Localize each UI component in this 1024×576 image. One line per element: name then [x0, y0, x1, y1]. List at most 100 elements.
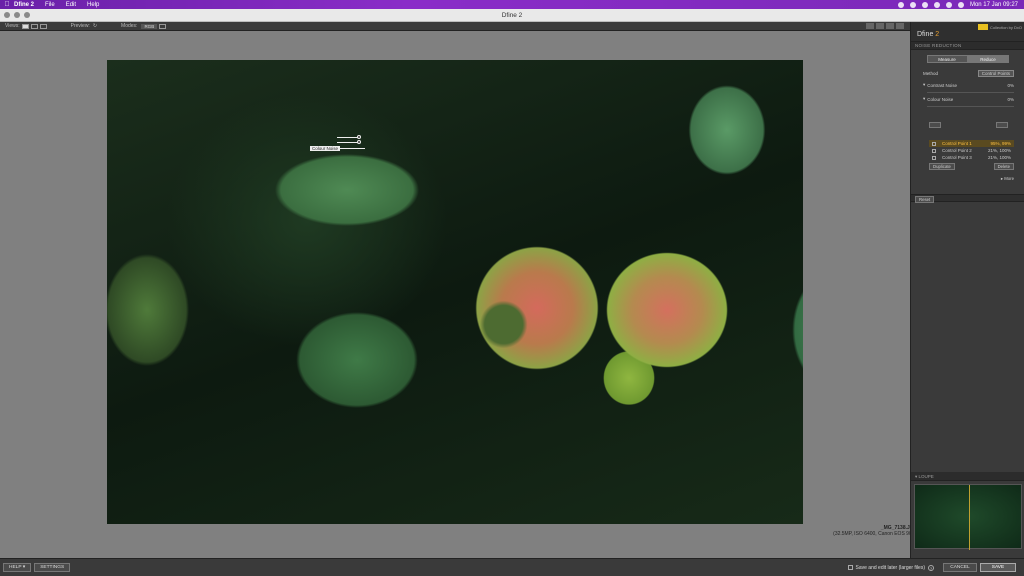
control-point-checkbox[interactable]	[932, 148, 936, 153]
preview-label: Preview:	[70, 23, 90, 29]
add-control-point-button[interactable]	[929, 122, 941, 128]
minimize-window-button[interactable]	[14, 12, 20, 18]
control-point-checkbox[interactable]	[932, 141, 936, 146]
loupe-label: LOUPE	[918, 474, 934, 479]
colour-noise-value: 0%	[1007, 96, 1014, 102]
nik-logo-icon	[977, 24, 988, 30]
method-select[interactable]: Control Points	[977, 69, 1014, 77]
settings-button[interactable]: SETTINGS	[34, 563, 71, 572]
colour-slider-line[interactable]	[337, 142, 359, 143]
tab-reduce[interactable]: Reduce	[967, 55, 1009, 63]
preview-toggle-icon[interactable]: ↻	[93, 23, 97, 29]
chevron-down-icon[interactable]: ▾	[923, 82, 925, 88]
more-toggle[interactable]: ▸ More	[915, 176, 1014, 182]
more-label: More	[1004, 176, 1014, 181]
mode-options-button[interactable]	[159, 23, 167, 29]
reset-button[interactable]: Reset	[915, 196, 935, 203]
search-icon[interactable]	[945, 1, 952, 8]
control-point-label: Colour Noise	[310, 146, 341, 151]
menu-clock[interactable]: Mon 17 Jan 09:27	[970, 2, 1018, 8]
colour-noise-row: ▾ Colour Noise 0%	[923, 95, 1014, 103]
brand-label: Collection by DxO	[989, 24, 1022, 30]
loupe-section: ▾ LOUPE	[911, 472, 1024, 558]
control-point-checkbox[interactable]	[932, 155, 936, 160]
help-button[interactable]: HELP ▾	[3, 563, 32, 572]
status-icon[interactable]	[897, 1, 904, 8]
menu-file[interactable]: File	[45, 2, 55, 8]
wifi-icon[interactable]	[933, 1, 940, 8]
size-slider-line[interactable]	[337, 148, 365, 149]
contrast-slider-line[interactable]	[337, 137, 359, 138]
control-center-icon[interactable]	[957, 1, 964, 8]
reset-bar: Reset	[911, 194, 1024, 203]
window-title-bar: Dfine 2	[0, 9, 1024, 22]
contrast-noise-value: 0%	[1007, 82, 1014, 88]
bg-color-icon[interactable]	[896, 23, 904, 29]
photo-preview[interactable]: Colour Noise	[107, 60, 803, 524]
status-icon[interactable]	[909, 1, 916, 8]
bottom-bar: HELP ▾ SETTINGS Save and edit later (lar…	[0, 558, 1024, 576]
method-label: Method	[923, 70, 939, 76]
save-later-label: Save and edit later (larger files)	[855, 564, 925, 571]
tab-measure[interactable]: Measure	[926, 55, 968, 63]
control-point-actions: Duplicate Delete	[929, 163, 1014, 170]
contrast-noise-row: ▾ Contrast Noise 0%	[923, 81, 1014, 89]
menu-bar:  Dfine 2 File Edit Help Mon 17 Jan 09:2…	[0, 0, 1024, 9]
zoom-fit-icon[interactable]	[886, 23, 894, 29]
mode-select[interactable]: RGB	[141, 23, 158, 29]
menu-app[interactable]: Dfine 2	[14, 2, 34, 8]
window-title: Dfine 2	[501, 12, 523, 19]
save-later-checkbox[interactable]	[847, 565, 853, 570]
product-version: 2	[935, 31, 940, 38]
single-view-button[interactable]	[21, 23, 29, 29]
product-title: Dfine 2	[917, 31, 939, 38]
zoom-tool-icon[interactable]	[876, 23, 884, 29]
loupe-header[interactable]: ▾ LOUPE	[911, 472, 1024, 481]
views-label: Views:	[5, 23, 20, 29]
close-window-button[interactable]	[4, 12, 10, 18]
loupe-divider[interactable]	[969, 485, 970, 550]
adjustment-panel: Dfine 2 Collection by DxO NOISE REDUCTIO…	[910, 22, 1024, 558]
control-point-item[interactable]: Control Point 2 21%, 100%	[929, 147, 1014, 154]
section-noise-reduction[interactable]: NOISE REDUCTION	[911, 42, 1024, 50]
help-question-icon[interactable]: ?	[928, 564, 934, 571]
save-later-option: Save and edit later (larger files) ?	[847, 564, 934, 571]
control-point-value: 21%, 100%	[987, 148, 1011, 153]
toolbar-right-tools	[866, 23, 910, 29]
slider-handle[interactable]	[357, 140, 361, 144]
apple-icon[interactable]: 	[0, 1, 14, 8]
loupe-view[interactable]	[914, 484, 1022, 550]
noise-reduction-body: Measure Reduce Method Control Points ▾ C…	[911, 50, 1024, 185]
hand-tool-icon[interactable]	[866, 23, 874, 29]
contrast-noise-slider[interactable]	[927, 90, 1014, 93]
cancel-button[interactable]: CANCEL	[943, 563, 977, 572]
delete-button[interactable]: Delete	[993, 163, 1014, 170]
slider-handle[interactable]	[357, 135, 361, 139]
menu-edit[interactable]: Edit	[66, 2, 76, 8]
control-point-item[interactable]: Control Point 3 21%, 100%	[929, 154, 1014, 161]
control-point-tools	[929, 122, 1008, 128]
split-view-button[interactable]	[30, 23, 38, 29]
chevron-down-icon[interactable]: ▾	[923, 96, 925, 102]
duplicate-button[interactable]: Duplicate	[929, 163, 955, 170]
brand-logo: Collection by DxO	[977, 24, 1022, 30]
panel-header: Dfine 2 Collection by DxO	[911, 22, 1024, 42]
method-row: Method Control Points	[923, 69, 1014, 77]
save-button[interactable]: SAVE	[980, 563, 1016, 572]
contrast-noise-label: Contrast Noise	[927, 82, 958, 88]
control-point-overlay[interactable]: Colour Noise	[310, 134, 370, 154]
control-point-label: Control Point 3	[942, 155, 972, 160]
side-by-side-view-button[interactable]	[39, 23, 47, 29]
control-point-label: Control Point 2	[942, 148, 972, 153]
colour-noise-slider[interactable]	[927, 104, 1014, 107]
tab-switcher: Measure Reduce	[926, 55, 1009, 63]
help-label: HELP	[9, 565, 22, 570]
colour-noise-label: Colour Noise	[927, 96, 954, 102]
control-point-list: Control Point 1 95%, 99% Control Point 2…	[929, 140, 1014, 161]
menu-help[interactable]: Help	[87, 2, 99, 8]
status-icon[interactable]	[921, 1, 928, 8]
control-point-item[interactable]: Control Point 1 95%, 99%	[929, 140, 1014, 147]
control-point-options-button[interactable]	[996, 122, 1008, 128]
zoom-window-button[interactable]	[24, 12, 30, 18]
view-toolbar: Views: Preview: ↻ Modes: RGB	[0, 22, 910, 31]
